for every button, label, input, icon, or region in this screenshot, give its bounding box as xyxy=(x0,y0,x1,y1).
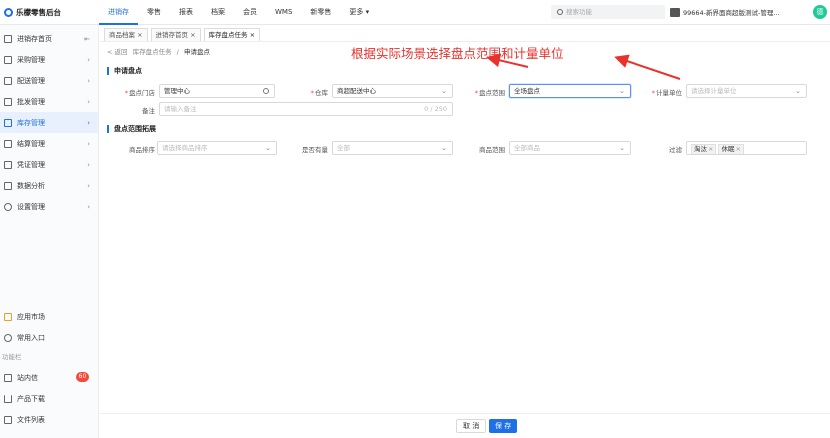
save-button[interactable]: 保 存 xyxy=(489,419,518,433)
form-footer: 取 消 保 存 xyxy=(100,413,830,438)
annotation-arrows xyxy=(486,53,681,80)
arrow-to-unit xyxy=(614,54,681,80)
cancel-button[interactable]: 取 消 xyxy=(456,419,487,433)
arrow-to-scope xyxy=(486,53,529,68)
